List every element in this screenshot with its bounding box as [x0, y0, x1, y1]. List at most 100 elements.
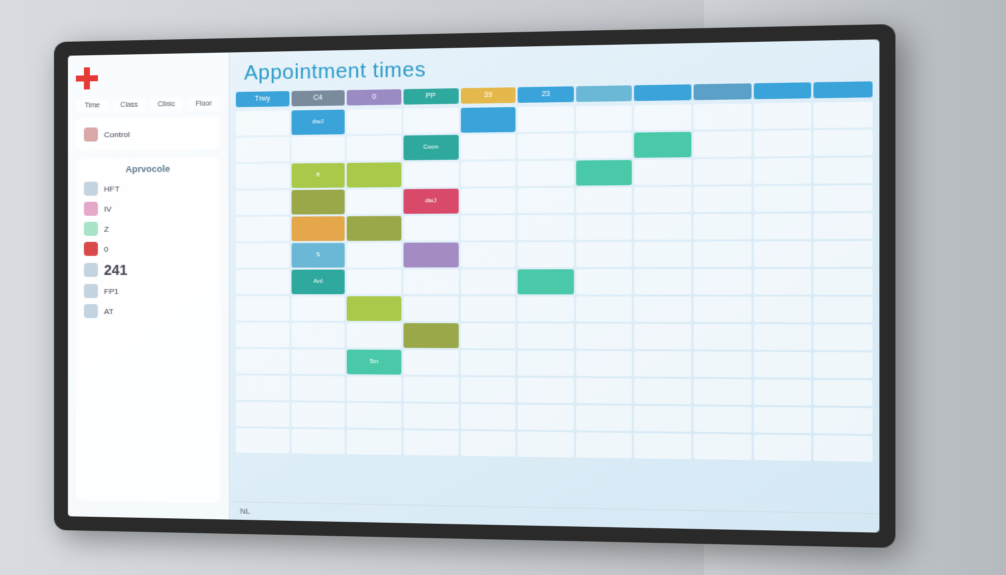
column-header[interactable]: [814, 81, 873, 98]
schedule-cell[interactable]: [634, 297, 691, 322]
schedule-cell[interactable]: [814, 241, 873, 267]
schedule-cell[interactable]: [460, 215, 515, 240]
schedule-cell[interactable]: [576, 269, 632, 294]
schedule-cell[interactable]: [753, 352, 811, 378]
schedule-cell[interactable]: [814, 102, 873, 128]
list-item[interactable]: AT: [82, 301, 214, 321]
schedule-cell[interactable]: [518, 161, 574, 187]
schedule-cell[interactable]: AnI: [291, 270, 345, 295]
schedule-cell[interactable]: [403, 296, 458, 321]
schedule-cell[interactable]: [236, 428, 289, 453]
schedule-cell[interactable]: [347, 430, 401, 455]
schedule-cell[interactable]: [634, 378, 691, 404]
schedule-cell[interactable]: [753, 103, 811, 129]
schedule-cell[interactable]: [347, 243, 401, 268]
schedule-cell[interactable]: [814, 380, 873, 406]
schedule-cell[interactable]: [518, 106, 574, 132]
schedule-cell[interactable]: [576, 187, 632, 213]
schedule-cell[interactable]: [576, 133, 632, 159]
schedule-cell[interactable]: [753, 241, 811, 267]
schedule-cell[interactable]: [518, 269, 574, 294]
schedule-cell[interactable]: [403, 377, 458, 402]
schedule-cell[interactable]: [576, 405, 632, 431]
schedule-cell[interactable]: [694, 297, 752, 323]
column-header[interactable]: C4: [291, 90, 345, 106]
column-header[interactable]: Trwy: [236, 91, 289, 107]
schedule-cell[interactable]: [403, 108, 458, 134]
schedule-cell[interactable]: [518, 378, 574, 404]
schedule-cell[interactable]: [518, 133, 574, 159]
schedule-cell[interactable]: [460, 161, 515, 186]
schedule-cell[interactable]: [347, 162, 401, 187]
schedule-cell[interactable]: [814, 297, 873, 323]
list-item[interactable]: FP1: [82, 281, 214, 301]
column-header[interactable]: [635, 84, 692, 101]
schedule-cell[interactable]: [291, 323, 345, 348]
schedule-cell[interactable]: [814, 324, 873, 350]
schedule-cell[interactable]: [291, 190, 345, 215]
schedule-cell[interactable]: [576, 105, 632, 131]
schedule-cell[interactable]: [236, 349, 289, 374]
schedule-cell[interactable]: [634, 324, 691, 350]
schedule-cell[interactable]: dwJ: [291, 110, 345, 135]
schedule-cell[interactable]: [753, 324, 811, 350]
schedule-cell[interactable]: [576, 324, 632, 349]
schedule-cell[interactable]: [460, 431, 515, 457]
schedule-cell[interactable]: [403, 430, 458, 456]
schedule-cell[interactable]: [634, 351, 691, 377]
schedule-cell[interactable]: [291, 376, 345, 401]
schedule-cell[interactable]: [291, 296, 345, 321]
schedule-cell[interactable]: [460, 269, 515, 294]
sidebar-tab-clinic[interactable]: Clinic: [150, 98, 183, 112]
schedule-cell[interactable]: [576, 351, 632, 377]
schedule-cell[interactable]: [518, 323, 574, 348]
schedule-cell[interactable]: [347, 270, 401, 295]
control-row[interactable]: Control: [82, 123, 214, 145]
schedule-cell[interactable]: [236, 217, 289, 242]
schedule-cell[interactable]: [518, 296, 574, 321]
schedule-cell[interactable]: [291, 349, 345, 374]
schedule-cell[interactable]: [460, 377, 515, 402]
schedule-cell[interactable]: [291, 136, 345, 161]
schedule-cell[interactable]: [518, 188, 574, 213]
schedule-cell[interactable]: [291, 402, 345, 427]
schedule-cell[interactable]: [460, 296, 515, 321]
schedule-cell[interactable]: [694, 241, 752, 267]
schedule-cell[interactable]: [814, 408, 873, 434]
schedule-cell[interactable]: 8: [291, 163, 345, 188]
schedule-cell[interactable]: [634, 159, 691, 185]
schedule-cell[interactable]: [753, 186, 811, 212]
schedule-cell[interactable]: [347, 403, 401, 428]
schedule-cell[interactable]: [694, 379, 752, 405]
schedule-cell[interactable]: [753, 435, 811, 461]
schedule-cell[interactable]: [694, 434, 752, 460]
schedule-cell[interactable]: [753, 130, 811, 156]
list-item[interactable]: HFT: [82, 177, 214, 198]
schedule-cell[interactable]: [460, 188, 515, 213]
schedule-cell[interactable]: [634, 269, 691, 294]
schedule-cell[interactable]: [634, 433, 691, 459]
schedule-cell[interactable]: [753, 297, 811, 323]
schedule-cell[interactable]: [347, 323, 401, 348]
schedule-cell[interactable]: [460, 134, 515, 160]
schedule-cell[interactable]: [576, 378, 632, 404]
schedule-cell[interactable]: Coon: [403, 135, 458, 160]
schedule-cell[interactable]: [518, 242, 574, 267]
schedule-cell[interactable]: S: [291, 243, 345, 268]
schedule-cell[interactable]: [460, 242, 515, 267]
sidebar-tab-floor[interactable]: Floor: [187, 97, 220, 111]
schedule-cell[interactable]: [403, 269, 458, 294]
schedule-cell[interactable]: [753, 407, 811, 433]
schedule-cell[interactable]: [634, 214, 691, 240]
schedule-cell[interactable]: [236, 137, 289, 162]
schedule-cell[interactable]: [814, 269, 873, 295]
schedule-cell[interactable]: [576, 242, 632, 267]
schedule-cell[interactable]: [814, 213, 873, 239]
column-header[interactable]: PP: [403, 88, 458, 104]
schedule-cell[interactable]: [236, 296, 289, 321]
schedule-cell[interactable]: [634, 132, 691, 158]
schedule-cell[interactable]: [403, 243, 458, 268]
list-item[interactable]: IV: [82, 198, 214, 219]
column-header[interactable]: [694, 83, 752, 100]
schedule-cell[interactable]: [634, 104, 691, 130]
